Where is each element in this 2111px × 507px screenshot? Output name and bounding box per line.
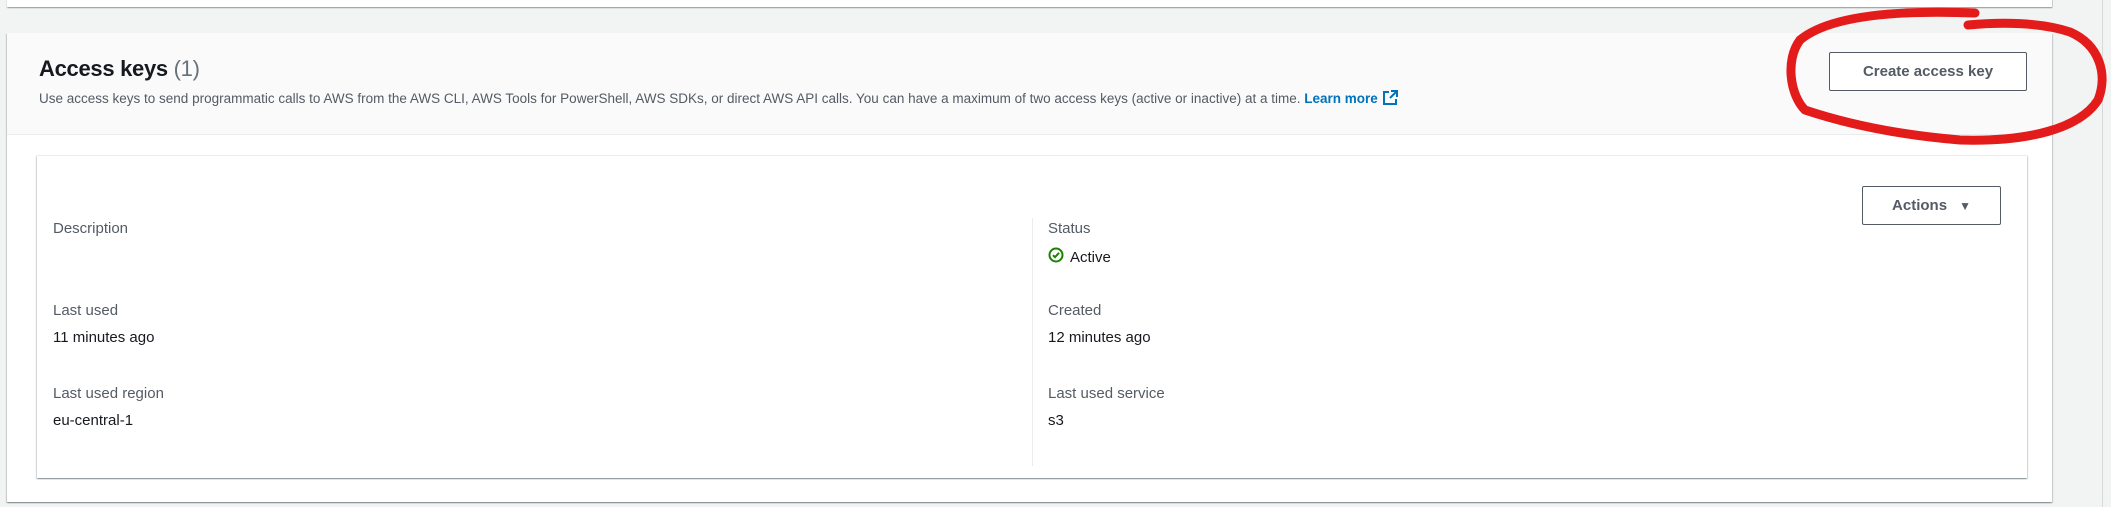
status-value: Active <box>1048 247 1111 267</box>
field-created: Created 12 minutes ago <box>1048 302 1151 346</box>
field-last-used-region: Last used region eu-central-1 <box>53 385 164 429</box>
caret-down-icon: ▼ <box>1959 198 1971 213</box>
previous-panel <box>7 0 2052 7</box>
actions-dropdown-button[interactable]: Actions ▼ <box>1862 186 2001 225</box>
title-text: Access keys <box>39 56 168 81</box>
field-status: Status Active <box>1048 220 1111 267</box>
description-value <box>53 247 128 264</box>
key-count: (1) <box>173 56 200 81</box>
column-divider <box>1032 218 1033 466</box>
check-circle-icon <box>1048 247 1064 267</box>
panel-header: Access keys (1) Use access keys to send … <box>7 33 2052 135</box>
field-last-used: Last used 11 minutes ago <box>53 302 155 346</box>
scrollbar-track[interactable] <box>2053 0 2103 507</box>
description-text: Use access keys to send programmatic cal… <box>39 91 1301 106</box>
access-keys-panel: Access keys (1) Use access keys to send … <box>7 33 2052 502</box>
section-description: Use access keys to send programmatic cal… <box>39 90 1398 109</box>
section-title: Access keys (1) <box>39 56 200 82</box>
learn-more-link[interactable]: Learn more <box>1304 90 1398 109</box>
create-access-key-button[interactable]: Create access key <box>1829 52 2027 91</box>
external-link-icon <box>1382 90 1398 109</box>
field-last-used-service: Last used service s3 <box>1048 385 1165 429</box>
field-description: Description <box>53 220 128 264</box>
access-key-card: Actions ▼ Description Status Active Last … <box>37 155 2027 478</box>
